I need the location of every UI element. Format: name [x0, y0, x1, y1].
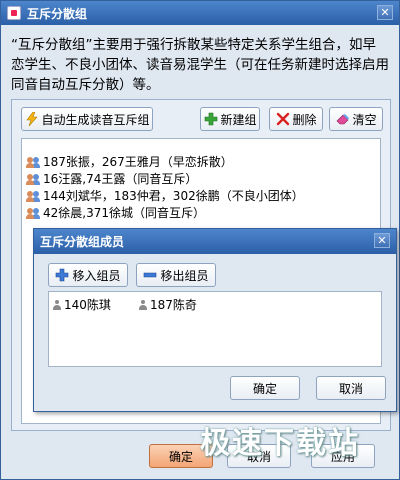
member-dialog: 互斥分散组成员 ✕ 移入组员 移出组员 140陈琪 187陈奇 确定 取消: [33, 228, 397, 412]
clear-label: 清空: [352, 112, 377, 127]
add-member-label: 移入组员: [72, 268, 121, 283]
auto-generate-label: 自动生成读音互斥组: [41, 112, 150, 127]
person-icon: [139, 299, 147, 310]
group-icon: [26, 207, 41, 219]
group-row-label: 187张振，267王雅月（早恋拆散）: [43, 155, 233, 169]
close-icon[interactable]: ✕: [377, 5, 393, 20]
plus-icon: [204, 112, 217, 126]
group-row-3[interactable]: 144刘斌华，183仲君，302徐鹏（不良小团体）: [22, 187, 380, 204]
new-group-button[interactable]: 新建组: [200, 107, 260, 131]
delete-button[interactable]: 删除: [269, 107, 323, 131]
remove-member-button[interactable]: 移出组员: [136, 263, 216, 287]
group-icon: [26, 190, 41, 202]
remove-member-label: 移出组员: [160, 268, 209, 283]
group-icon: [26, 156, 41, 168]
window-title: 互斥分散组: [27, 6, 88, 21]
group-row-1[interactable]: 187张振，267王雅月（早恋拆散）: [22, 153, 380, 170]
auto-generate-button[interactable]: 自动生成读音互斥组: [21, 107, 153, 131]
add-member-button[interactable]: 移入组员: [48, 263, 128, 287]
delete-label: 删除: [292, 112, 317, 127]
lightning-icon: [25, 112, 38, 126]
member-label: 140陈琪: [64, 298, 111, 312]
app-icon: [7, 6, 21, 20]
dialog-title: 互斥分散组成员: [40, 235, 125, 249]
description-text: “互斥分散组”主要用于强行拆散某些特定关系学生组合，如早恋学生、不良小团体、读音…: [11, 37, 389, 93]
main-titlebar[interactable]: 互斥分散组 ✕: [1, 1, 399, 25]
watermark-text: 极速下载站: [200, 426, 360, 461]
group-row-2[interactable]: 16汪露,74王露（同音互斥）: [22, 170, 380, 187]
group-row-label: 16汪露,74王露（同音互斥）: [43, 172, 198, 186]
eraser-icon: [336, 114, 349, 125]
list-top-spacer: [22, 139, 380, 153]
new-group-label: 新建组: [220, 112, 257, 127]
person-icon: [53, 299, 61, 310]
minus-icon: [144, 272, 157, 278]
ok-label: 确定: [168, 449, 193, 464]
dialog-titlebar[interactable]: 互斥分散组成员 ✕: [34, 229, 396, 254]
member-label: 187陈奇: [150, 298, 197, 312]
group-row-4[interactable]: 42徐晨,371徐城（同音互斥）: [22, 204, 380, 221]
members-list[interactable]: 140陈琪 187陈奇: [48, 291, 382, 367]
dialog-cancel-label: 取消: [338, 381, 363, 396]
clear-button[interactable]: 清空: [329, 107, 383, 131]
dialog-ok-label: 确定: [252, 381, 277, 396]
group-row-label: 42徐晨,371徐城（同音互斥）: [43, 206, 205, 220]
delete-x-icon: [276, 112, 289, 126]
plus-icon: [56, 268, 69, 282]
dialog-close-icon[interactable]: ✕: [374, 233, 390, 248]
member-item-2[interactable]: 187陈奇: [139, 296, 197, 313]
group-row-label: 144刘斌华，183仲君，302徐鹏（不良小团体）: [43, 189, 304, 203]
dialog-ok-button[interactable]: 确定: [230, 376, 300, 400]
dialog-cancel-button[interactable]: 取消: [316, 376, 386, 400]
group-icon: [26, 173, 41, 185]
member-item-1[interactable]: 140陈琪: [53, 296, 111, 313]
